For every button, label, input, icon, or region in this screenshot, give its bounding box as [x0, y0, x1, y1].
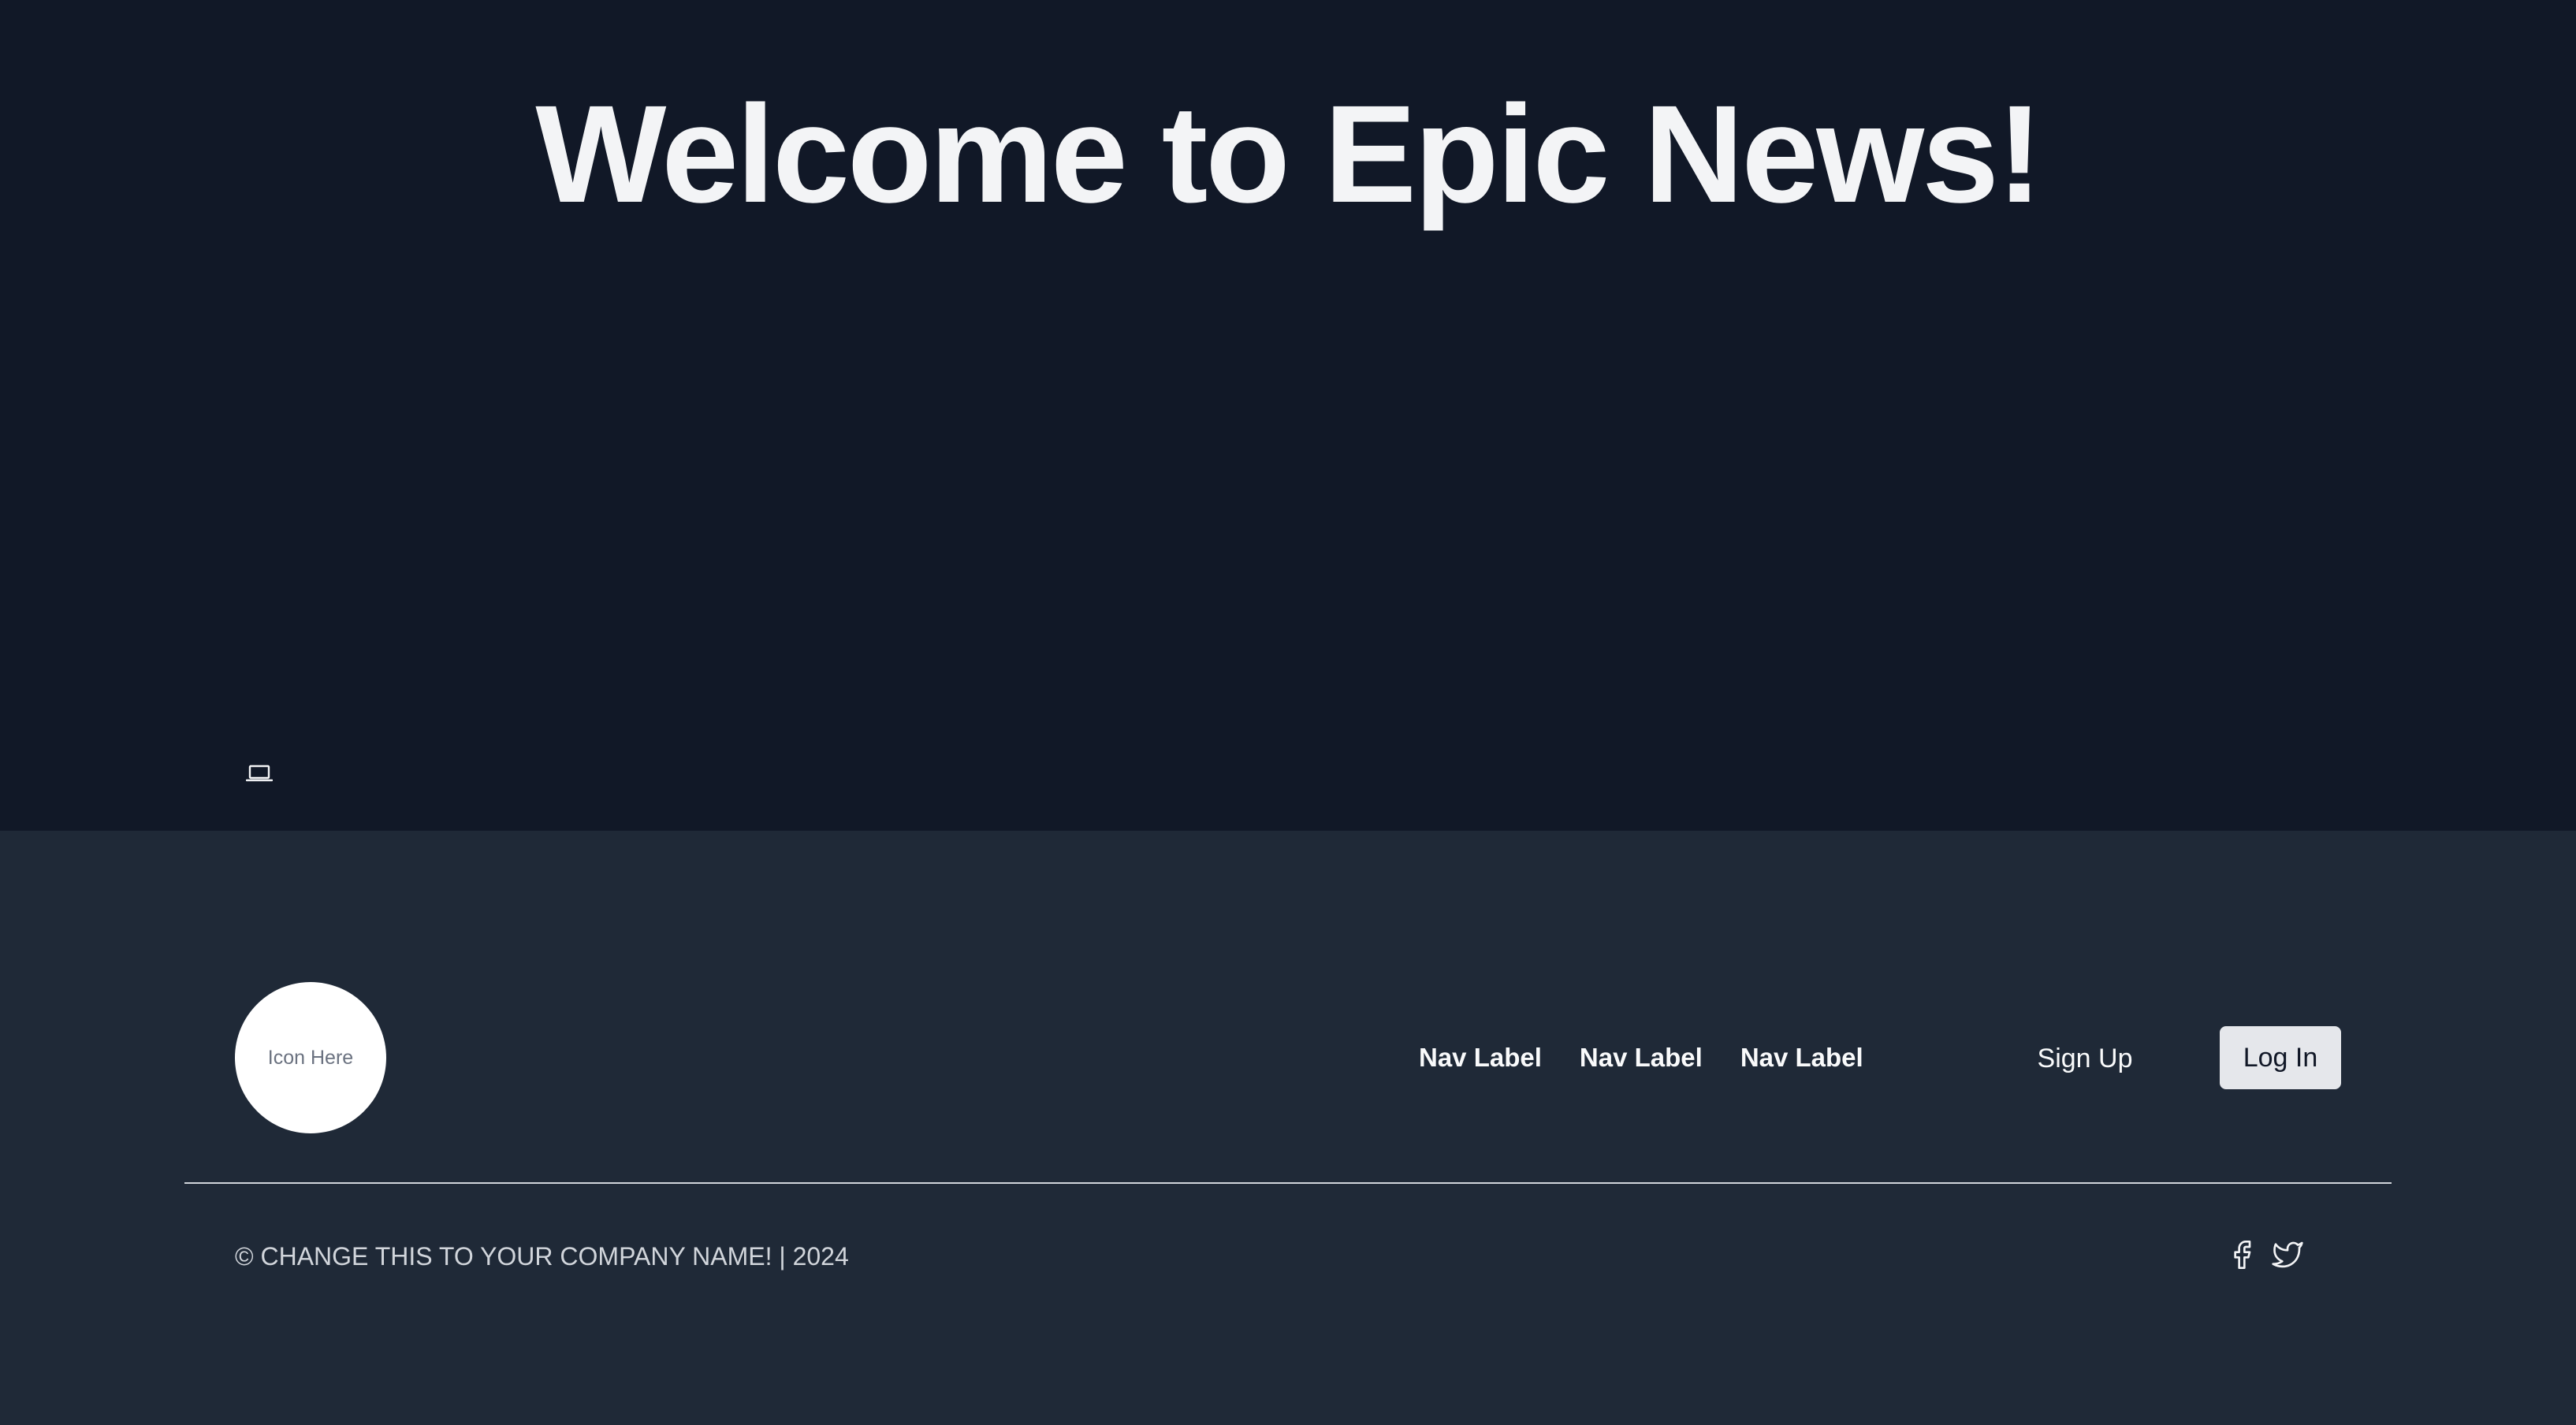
- page: Welcome to Epic News! Icon Here Nav Labe…: [0, 0, 2576, 1425]
- log-in-button[interactable]: Log In: [2220, 1026, 2341, 1089]
- nav-link-2[interactable]: Nav Label: [1580, 1043, 1703, 1073]
- copyright-text: © CHANGE THIS TO YOUR COMPANY NAME! | 20…: [235, 1242, 849, 1271]
- logo-placeholder[interactable]: Icon Here: [235, 982, 386, 1133]
- hero-title: Welcome to Epic News!: [535, 77, 2042, 232]
- footer-divider: [184, 1182, 2392, 1184]
- social-links: [2226, 1239, 2317, 1271]
- footer-nav: Nav Label Nav Label Nav Label: [1419, 1034, 1901, 1081]
- nav-link-1[interactable]: Nav Label: [1419, 1043, 1542, 1073]
- facebook-icon[interactable]: [2226, 1239, 2258, 1271]
- nav-link-3[interactable]: Nav Label: [1740, 1043, 1863, 1073]
- logo-placeholder-text: Icon Here: [267, 1046, 354, 1069]
- footer: Icon Here Nav Label Nav Label Nav Label …: [0, 831, 2576, 1425]
- sign-up-button[interactable]: Sign Up: [2018, 1028, 2152, 1089]
- hero-section: Welcome to Epic News!: [0, 0, 2576, 831]
- twitter-icon[interactable]: [2272, 1239, 2303, 1271]
- laptop-icon: [246, 763, 273, 783]
